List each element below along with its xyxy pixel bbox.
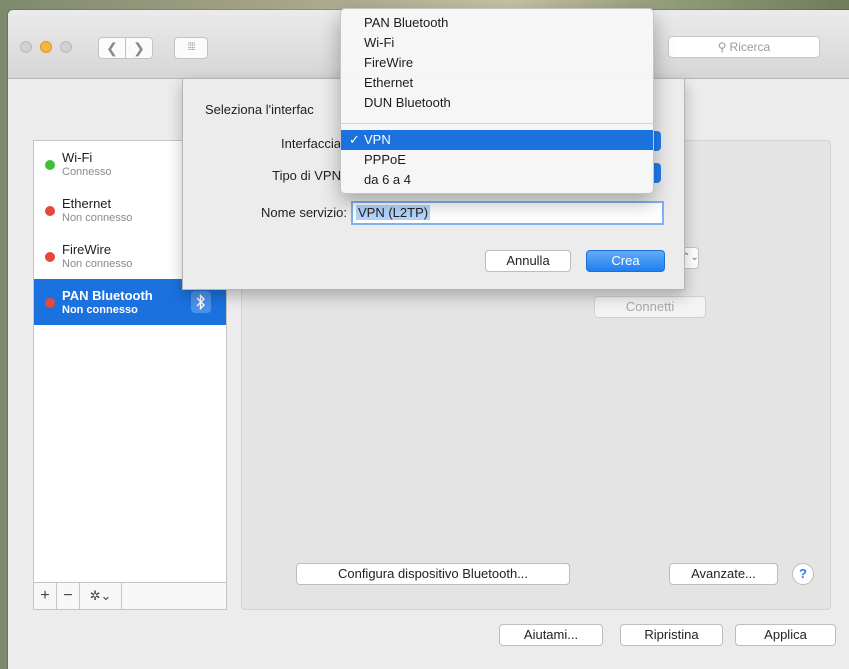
gear-icon[interactable]: ✲⌄ — [80, 583, 122, 609]
chevron-left-icon: ❮ — [106, 40, 118, 56]
create-button[interactable]: Crea — [586, 250, 665, 272]
menu-separator — [341, 123, 653, 124]
menu-item-vpn[interactable]: ✓ VPN — [341, 130, 653, 150]
sheet-title: Seleziona l'interfac — [205, 102, 314, 117]
apply-button[interactable]: Applica — [735, 624, 836, 646]
bluetooth-icon — [191, 291, 211, 313]
menu-item-pppoe[interactable]: PPPoE — [341, 150, 653, 170]
menu-item-label: VPN — [364, 132, 391, 147]
service-status: Non connesso — [62, 212, 133, 224]
cancel-button[interactable]: Annulla — [485, 250, 571, 272]
configure-bluetooth-button[interactable]: Configura dispositivo Bluetooth... — [296, 563, 570, 585]
checkmark-icon: ✓ — [349, 132, 360, 147]
service-name-value: VPN (L2TP) — [356, 205, 431, 220]
close-window-button[interactable] — [20, 41, 32, 53]
status-dot-disconnected — [45, 206, 55, 216]
menu-item-ethernet[interactable]: Ethernet — [341, 73, 653, 93]
service-status: Non connesso — [62, 304, 138, 316]
assist-me-button[interactable]: Aiutami... — [499, 624, 603, 646]
service-list-toolbar: + − ✲⌄ — [33, 582, 227, 610]
interface-label: Interfaccia — [281, 136, 341, 151]
menu-item-dun-bluetooth[interactable]: DUN Bluetooth — [341, 93, 653, 113]
service-status: Non connesso — [62, 258, 133, 270]
menu-item-pan-bluetooth[interactable]: PAN Bluetooth — [341, 13, 653, 33]
forward-button[interactable]: ❯ — [125, 37, 153, 59]
search-placeholder: Ricerca — [729, 40, 771, 54]
back-button[interactable]: ❮ — [98, 37, 126, 59]
grid-icon: ⁞⁞⁞⁞ — [187, 42, 195, 53]
add-service-button[interactable]: + — [34, 583, 57, 609]
menu-item-6to4[interactable]: da 6 a 4 — [341, 170, 653, 190]
service-name: Wi-Fi — [62, 150, 93, 165]
service-name: Ethernet — [62, 196, 112, 211]
chevron-right-icon: ❯ — [133, 40, 145, 56]
interface-dropdown-menu: PAN Bluetooth Wi-Fi FireWire Ethernet DU… — [340, 8, 654, 194]
show-all-button[interactable]: ⁞⁞⁞⁞ — [174, 37, 208, 59]
service-name: PAN Bluetooth — [62, 288, 153, 303]
service-name: FireWire — [62, 242, 112, 257]
status-dot-disconnected — [45, 252, 55, 262]
menu-item-firewire[interactable]: FireWire — [341, 53, 653, 73]
status-dot-disconnected — [45, 298, 55, 308]
search-icon: ⚲ — [717, 40, 727, 54]
revert-button[interactable]: Ripristina — [620, 624, 723, 646]
advanced-button[interactable]: Avanzate... — [669, 563, 778, 585]
remove-service-button[interactable]: − — [57, 583, 80, 609]
menu-item-wifi[interactable]: Wi-Fi — [341, 33, 653, 53]
zoom-window-button[interactable] — [60, 41, 72, 53]
connect-button[interactable]: Connetti — [594, 296, 706, 318]
help-icon[interactable]: ? — [792, 563, 814, 585]
service-name-field[interactable]: VPN (L2TP) — [351, 201, 664, 225]
status-dot-connected — [45, 160, 55, 170]
vpn-type-label: Tipo di VPN — [272, 168, 341, 183]
service-name-label: Nome servizio: — [261, 205, 347, 220]
minimize-window-button[interactable] — [40, 41, 52, 53]
search-input[interactable]: ⚲ Ricerca — [668, 36, 820, 58]
service-status: Connesso — [62, 166, 112, 178]
